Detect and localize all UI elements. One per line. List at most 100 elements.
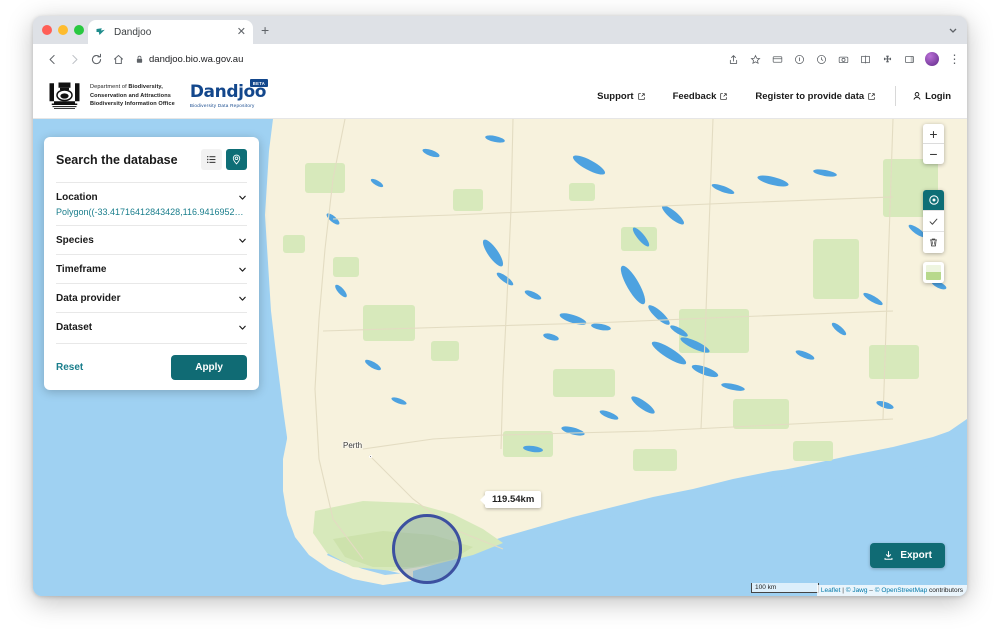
filter-label-location: Location: [56, 192, 98, 203]
window-minimize-button[interactable]: [58, 25, 68, 35]
filter-row-species[interactable]: Species: [56, 225, 247, 254]
delete-tool[interactable]: [923, 232, 944, 253]
map-city-label-perth: Perth: [343, 441, 363, 450]
arrow-left-icon[interactable]: [41, 48, 63, 70]
attribution-leaflet[interactable]: Leaflet: [821, 587, 841, 594]
window-close-button[interactable]: [42, 25, 52, 35]
extensions-puzzle-icon[interactable]: [881, 53, 894, 66]
nav-link-support[interactable]: Support: [583, 91, 658, 102]
filter-label-dataset: Dataset: [56, 322, 93, 333]
chevron-down-icon: [238, 294, 247, 303]
list-view-toggle[interactable]: [201, 149, 222, 170]
map-pin-icon: [231, 154, 242, 165]
reload-icon[interactable]: [85, 48, 107, 70]
nav-link-support-label: Support: [597, 90, 634, 102]
dandjoo-logo[interactable]: Dandjoo BETA Biodiversity Data Repositor…: [189, 79, 269, 108]
filter-header-dataset[interactable]: Dataset: [56, 322, 247, 333]
apply-button[interactable]: Apply: [171, 355, 247, 380]
nav-link-register-label: Register to provide data: [755, 90, 865, 102]
map-layers-button[interactable]: [923, 262, 944, 283]
draw-circle-tool[interactable]: [923, 190, 944, 211]
home-icon[interactable]: [107, 48, 129, 70]
browser-action-icons: ⋮: [727, 44, 961, 74]
trash-icon: [928, 237, 939, 248]
address-bar[interactable]: dandjoo.bio.wa.gov.au: [135, 49, 243, 69]
map-container[interactable]: Perth 119.54km + − Export 100 km Leaflet…: [33, 119, 967, 596]
info-circle-icon[interactable]: [793, 53, 806, 66]
chevron-down-icon: [238, 236, 247, 245]
chevron-down-icon[interactable]: [948, 25, 958, 35]
login-button[interactable]: Login: [902, 91, 951, 102]
card-icon[interactable]: [771, 53, 784, 66]
dandjoo-tagline: Biodiversity Data Repository: [189, 103, 255, 108]
department-name: Department of Biodiversity, Conservation…: [90, 83, 175, 108]
list-view-icon: [206, 154, 217, 165]
window-traffic-lights: [42, 25, 84, 35]
history-clock-icon[interactable]: [815, 53, 828, 66]
address-bar-url: dandjoo.bio.wa.gov.au: [149, 53, 244, 65]
beta-badge: BETA: [249, 79, 269, 87]
nav-divider: [895, 86, 897, 106]
distance-tooltip: 119.54km: [485, 491, 542, 508]
camera-icon[interactable]: [837, 53, 850, 66]
reset-button[interactable]: Reset: [56, 362, 83, 373]
filter-row-timeframe[interactable]: Timeframe: [56, 254, 247, 283]
export-button[interactable]: Export: [870, 543, 945, 568]
map-draw-tools: [923, 190, 944, 253]
page-title: Search the database: [56, 152, 178, 167]
kebab-menu-icon[interactable]: ⋮: [948, 52, 961, 66]
share-icon[interactable]: [727, 53, 740, 66]
filter-header-data-provider[interactable]: Data provider: [56, 293, 247, 304]
browser-tab-strip: Dandjoo ✕ +: [33, 16, 967, 44]
zoom-out-button[interactable]: −: [923, 144, 944, 164]
map-view-toggle[interactable]: [226, 149, 247, 170]
view-toggle: [201, 149, 247, 170]
filter-row-location[interactable]: Location Polygon((-33.41716412843428,116…: [56, 182, 247, 225]
brand-block[interactable]: Department of Biodiversity, Conservation…: [33, 79, 269, 111]
map-attribution: Leaflet | © Jawg – © OpenStreetMap contr…: [816, 585, 967, 596]
zoom-in-button[interactable]: +: [923, 124, 944, 144]
external-link-icon: [868, 92, 875, 100]
attribution-jawg[interactable]: © Jawg: [846, 587, 868, 594]
filter-label-data-provider: Data provider: [56, 293, 121, 304]
dept-line3: Biodiversity Information Office: [90, 101, 175, 108]
profile-avatar[interactable]: [925, 52, 939, 66]
filter-label-species: Species: [56, 235, 94, 246]
browser-toolbar: dandjoo.bio.wa.gov.au ⋮: [33, 44, 967, 74]
close-icon[interactable]: ✕: [233, 26, 246, 38]
circle-target-icon: [928, 194, 940, 206]
map-zoom-control: + −: [923, 124, 944, 164]
attribution-osm[interactable]: © OpenStreetMap: [875, 587, 927, 594]
search-panel: Search the database Location Polygon((-3…: [44, 137, 259, 390]
filter-row-data-provider[interactable]: Data provider: [56, 283, 247, 312]
split-screen-icon[interactable]: [859, 53, 872, 66]
confirm-tool[interactable]: [923, 211, 944, 232]
site-header: Department of Biodiversity, Conservation…: [33, 74, 967, 119]
map-scale-bar: 100 km: [751, 583, 819, 593]
layers-thumbnail-icon: [926, 265, 941, 280]
dept-line1-prefix: Department of: [90, 84, 129, 91]
wa-government-crest: [48, 81, 81, 111]
external-link-icon: [637, 92, 645, 100]
browser-tab[interactable]: Dandjoo ✕: [88, 20, 253, 44]
filter-value-location[interactable]: Polygon((-33.41716412843428,116.94169521…: [56, 207, 246, 217]
header-navigation: Support Feedback Register to provide dat…: [583, 86, 967, 106]
arrow-right-icon[interactable]: [63, 48, 85, 70]
filter-header-species[interactable]: Species: [56, 235, 247, 246]
attribution-dash: –: [867, 587, 875, 594]
filter-header-timeframe[interactable]: Timeframe: [56, 264, 247, 275]
user-icon: [912, 91, 922, 101]
page-viewport: Department of Biodiversity, Conservation…: [33, 74, 967, 596]
drawn-search-circle[interactable]: [392, 514, 462, 584]
nav-link-register-to-provide-data[interactable]: Register to provide data: [741, 91, 889, 102]
sidebar-panel-icon[interactable]: [903, 53, 916, 66]
external-link-icon: [720, 92, 728, 100]
filter-header-location[interactable]: Location: [56, 192, 247, 203]
plus-icon[interactable]: +: [261, 23, 269, 37]
filter-row-dataset[interactable]: Dataset: [56, 312, 247, 341]
search-panel-header: Search the database: [56, 149, 247, 170]
bookmark-star-icon[interactable]: [749, 53, 762, 66]
chevron-down-icon: [238, 193, 247, 202]
window-maximize-button[interactable]: [74, 25, 84, 35]
nav-link-feedback[interactable]: Feedback: [659, 91, 742, 102]
